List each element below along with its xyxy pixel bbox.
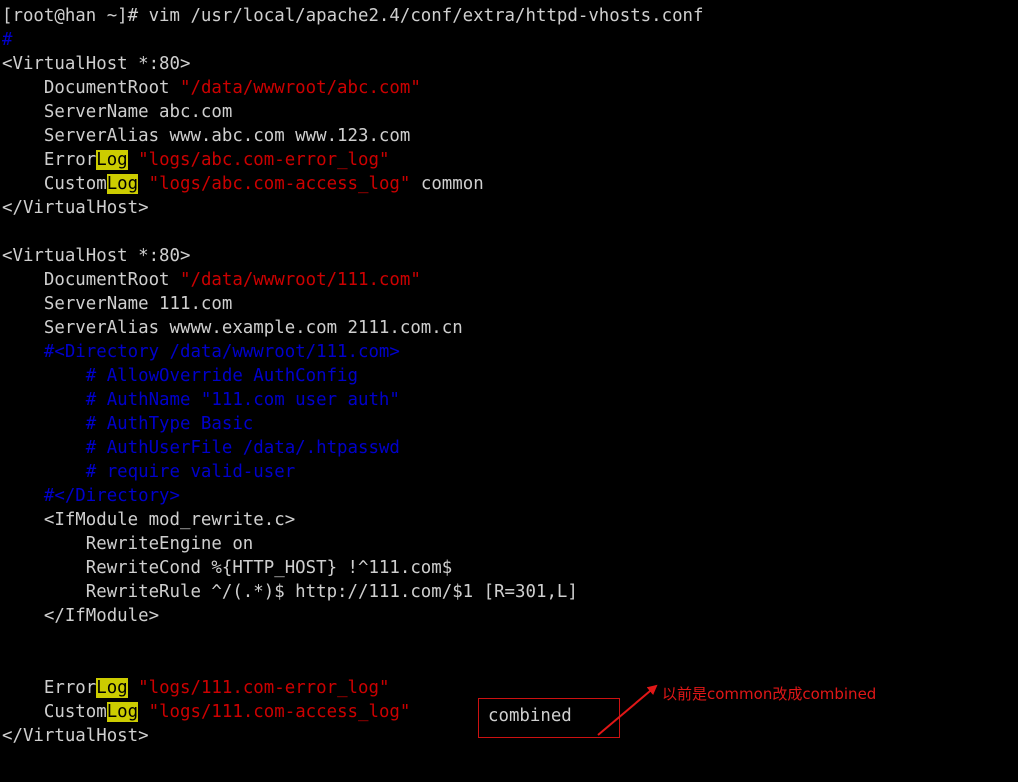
terminal-line: </VirtualHost>: [0, 724, 1018, 748]
terminal-line: ServerAlias wwww.example.com 2111.com.cn: [0, 316, 1018, 340]
terminal-text-segment: "/data/wwwroot/111.com": [180, 270, 421, 290]
terminal-text-segment: # AllowOverride AuthConfig: [2, 366, 358, 386]
terminal-line: RewriteEngine on: [0, 532, 1018, 556]
terminal-text-segment: # AuthUserFile /data/.htpasswd: [2, 438, 400, 458]
terminal-text-segment: </IfModule>: [2, 606, 160, 626]
terminal-line: # AllowOverride AuthConfig: [0, 364, 1018, 388]
terminal-text-segment: ServerAlias www.abc.com www.123.com: [2, 126, 411, 146]
terminal-text-segment: ServerAlias wwww.example.com 2111.com.cn: [2, 318, 463, 338]
terminal-text-segment: <IfModule mod_rewrite.c>: [2, 510, 296, 530]
terminal-text-segment: Error: [2, 678, 97, 698]
search-match-highlight: Log: [96, 678, 128, 698]
terminal-text-segment: RewriteCond %{HTTP_HOST} !^111.com$: [2, 558, 453, 578]
terminal-line: # AuthType Basic: [0, 412, 1018, 436]
search-match-highlight: Log: [106, 174, 139, 194]
terminal-line: CustomLog "logs/abc.com-access_log" comm…: [0, 172, 1018, 196]
terminal-text-segment: RewriteRule ^/(.*)$ http://111.com/$1 [R…: [2, 582, 578, 602]
terminal-text-segment: # AuthName "111.com user auth": [2, 390, 400, 410]
terminal-line: ErrorLog "logs/111.com-error_log": [0, 676, 1018, 700]
terminal-text-segment: # require valid-user: [2, 462, 296, 482]
terminal-line: </VirtualHost>: [0, 196, 1018, 220]
terminal-text-segment: DocumentRoot: [2, 270, 180, 290]
terminal-text-segment: common: [410, 174, 484, 194]
terminal-line: # AuthName "111.com user auth": [0, 388, 1018, 412]
terminal-line: ServerName 111.com: [0, 292, 1018, 316]
terminal-line: <IfModule mod_rewrite.c>: [0, 508, 1018, 532]
terminal-line: DocumentRoot "/data/wwwroot/abc.com": [0, 76, 1018, 100]
terminal-line: <VirtualHost *:80>: [0, 244, 1018, 268]
terminal-line: RewriteRule ^/(.*)$ http://111.com/$1 [R…: [0, 580, 1018, 604]
terminal-line: # require valid-user: [0, 460, 1018, 484]
terminal-text-segment: RewriteEngine on: [2, 534, 254, 554]
terminal-text-segment: "logs/111.com-error_log": [138, 678, 390, 698]
terminal-text-segment: Custom: [2, 174, 107, 194]
terminal-text-segment: "/data/wwwroot/abc.com": [180, 78, 421, 98]
terminal-text-segment: "logs/abc.com-error_log": [138, 150, 390, 170]
terminal-window: [root@han ~]# vim /usr/local/apache2.4/c…: [0, 0, 1018, 782]
terminal-line: RewriteCond %{HTTP_HOST} !^111.com$: [0, 556, 1018, 580]
terminal-line: ServerAlias www.abc.com www.123.com: [0, 124, 1018, 148]
terminal-text-segment: # AuthType Basic: [2, 414, 254, 434]
terminal-text-segment: <VirtualHost *:80>: [2, 54, 191, 74]
terminal-text-segment: #<Directory /data/wwwroot/111.com>: [2, 342, 400, 362]
terminal-line: </IfModule>: [0, 604, 1018, 628]
terminal-text-segment: </VirtualHost>: [2, 198, 149, 218]
terminal-text-segment: #: [2, 30, 13, 50]
terminal-line: #<Directory /data/wwwroot/111.com>: [0, 340, 1018, 364]
terminal-text-segment: ServerName 111.com: [2, 294, 233, 314]
terminal-text-segment: "logs/abc.com-access_log": [148, 174, 411, 194]
terminal-line: ErrorLog "logs/abc.com-error_log": [0, 148, 1018, 172]
terminal-text-segment: #</Directory>: [2, 486, 180, 506]
terminal-text-segment: [root@han ~]# vim /usr/local/apache2.4/c…: [2, 6, 704, 26]
terminal-text-segment: "logs/111.com-access_log": [148, 702, 411, 722]
search-match-highlight: Log: [106, 702, 139, 722]
terminal-line: DocumentRoot "/data/wwwroot/111.com": [0, 268, 1018, 292]
terminal-output[interactable]: [root@han ~]# vim /usr/local/apache2.4/c…: [0, 0, 1018, 748]
terminal-line: [root@han ~]# vim /usr/local/apache2.4/c…: [0, 4, 1018, 28]
terminal-text-segment: Error: [2, 150, 97, 170]
search-match-highlight: Log: [96, 150, 128, 170]
terminal-line: ServerName abc.com: [0, 100, 1018, 124]
terminal-line: CustomLog "logs/111.com-access_log": [0, 700, 1018, 724]
terminal-text-segment: DocumentRoot: [2, 78, 180, 98]
terminal-line: # AuthUserFile /data/.htpasswd: [0, 436, 1018, 460]
terminal-text-segment: ServerName abc.com: [2, 102, 233, 122]
terminal-line: #</Directory>: [0, 484, 1018, 508]
terminal-text-segment: Custom: [2, 702, 107, 722]
terminal-line: #: [0, 28, 1018, 52]
terminal-line: <VirtualHost *:80>: [0, 52, 1018, 76]
terminal-text-segment: </VirtualHost>: [2, 726, 149, 746]
terminal-text-segment: <VirtualHost *:80>: [2, 246, 191, 266]
